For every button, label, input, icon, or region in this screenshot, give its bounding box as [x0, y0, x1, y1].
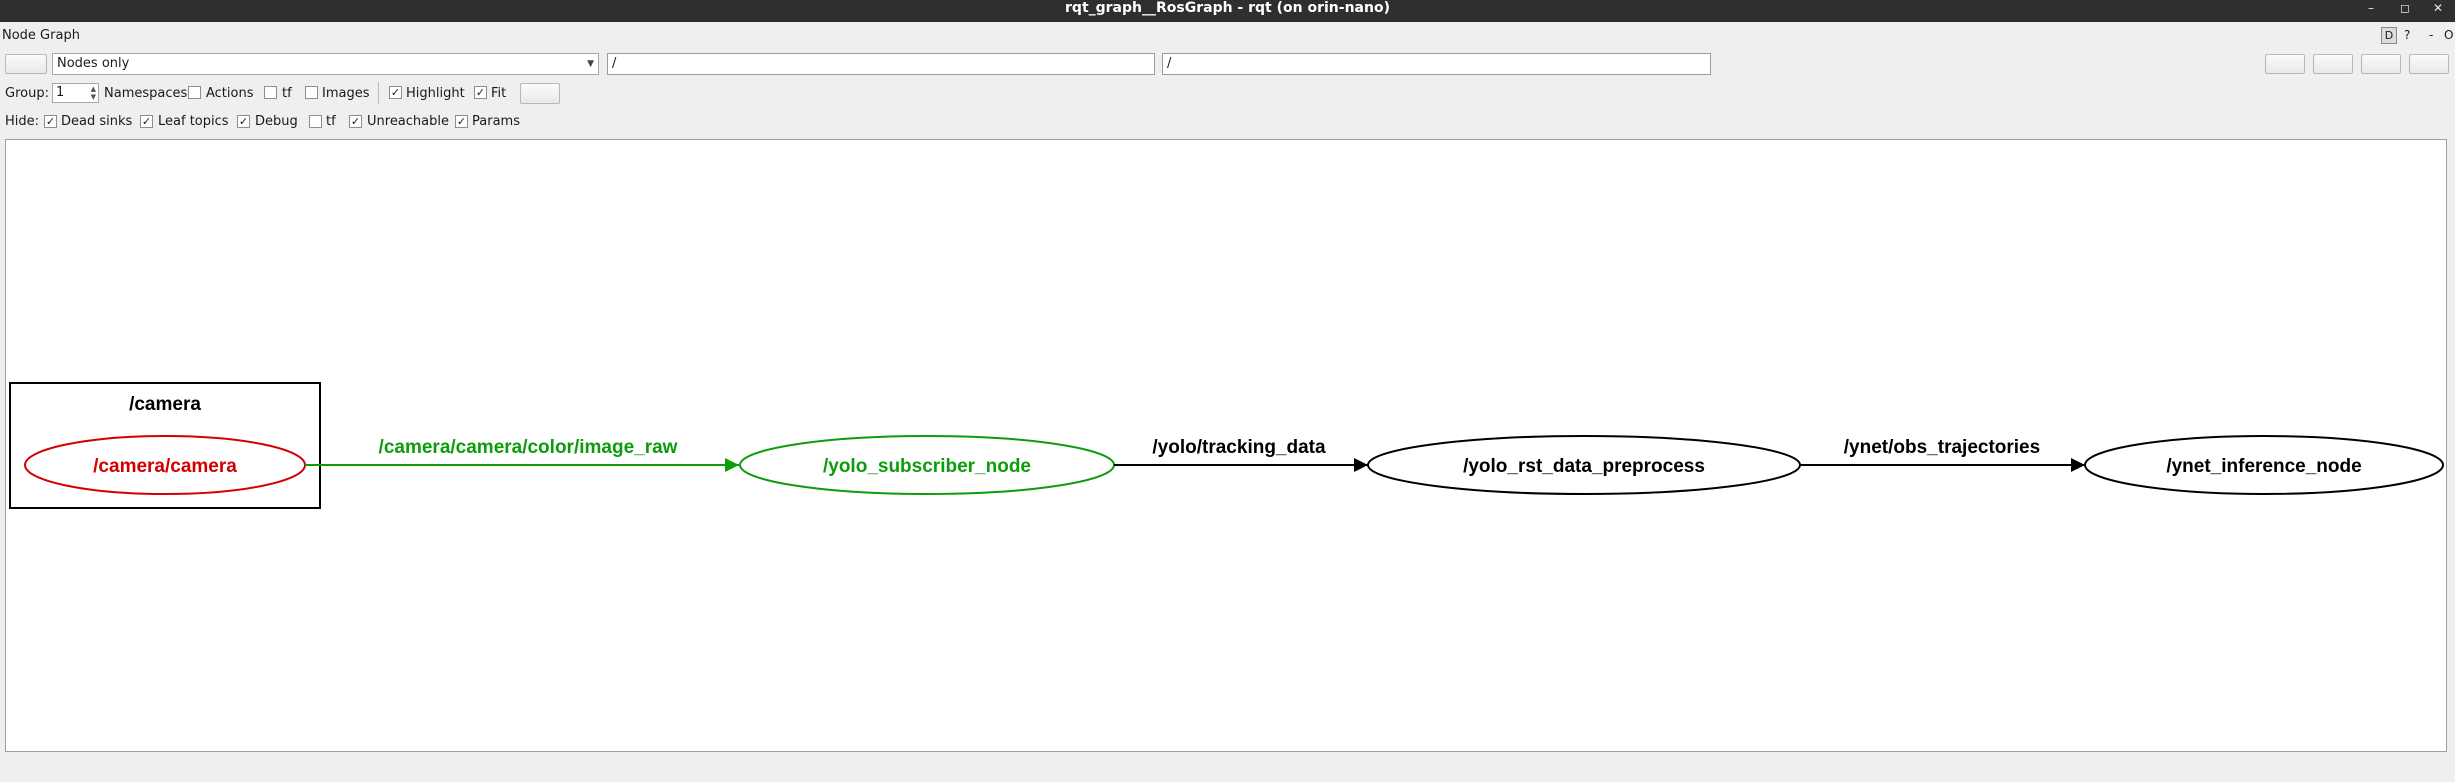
highlight-checkbox[interactable]: ✓ — [389, 86, 402, 99]
debug-checkbox[interactable]: ✓ — [237, 115, 250, 128]
edge-obs-trajectories-label: /ynet/obs_trajectories — [1844, 437, 2040, 458]
highlight-label: Highlight — [406, 86, 465, 101]
dead-sinks-label: Dead sinks — [61, 114, 133, 129]
group-spinbox[interactable]: 1 ▲ ▼ — [52, 83, 99, 103]
leaf-topics-checkbox[interactable]: ✓ — [140, 115, 153, 128]
ros-graph-svg: /camera /camera/camera /camera/camera/co… — [9, 382, 2444, 509]
debug-label: Debug — [255, 114, 298, 129]
toolbar-separator — [378, 82, 379, 104]
save-image-button[interactable] — [2409, 54, 2449, 74]
edge-tracking-data-label: /yolo/tracking_data — [1152, 437, 1326, 458]
node-yolo-preprocess-label: /yolo_rst_data_preprocess — [1463, 456, 1705, 477]
spin-down-icon[interactable]: ▼ — [91, 93, 96, 101]
maximize-icon[interactable]: ◻ — [2396, 1, 2414, 15]
window-titlebar: rqt_graph__RosGraph - rqt (on orin-nano)… — [0, 0, 2455, 22]
hide-tf-checkbox[interactable] — [309, 115, 322, 128]
actions-checkbox[interactable] — [188, 86, 201, 99]
tf-checkbox[interactable] — [264, 86, 277, 99]
graph-mode-value: Nodes only — [57, 56, 130, 71]
unreachable-label: Unreachable — [367, 114, 449, 129]
unreachable-checkbox[interactable]: ✓ — [349, 115, 362, 128]
group-label: Group: — [5, 86, 49, 101]
leaf-topics-label: Leaf topics — [158, 114, 229, 129]
cluster-label: /camera — [129, 394, 201, 415]
namespaces-label: Namespaces — [104, 86, 188, 101]
params-checkbox[interactable]: ✓ — [455, 115, 468, 128]
fit-in-view-button[interactable] — [520, 83, 560, 104]
node-yolo-subscriber-label: /yolo_subscriber_node — [823, 456, 1031, 477]
save-dot-button[interactable] — [2313, 54, 2353, 74]
group-value: 1 — [56, 85, 65, 100]
spin-up-icon[interactable]: ▲ — [91, 85, 96, 93]
params-label: Params — [472, 114, 520, 129]
plugin-title: Node Graph — [2, 28, 80, 43]
load-dot-button[interactable] — [2265, 54, 2305, 74]
hide-label: Hide: — [5, 114, 40, 129]
node-camera-camera-label: /camera/camera — [93, 456, 237, 477]
window-title: rqt_graph__RosGraph - rqt (on orin-nano) — [1065, 0, 1390, 16]
graph-canvas[interactable]: /camera /camera/camera /camera/camera/co… — [5, 139, 2447, 752]
chevron-down-icon: ▼ — [587, 59, 594, 69]
node-filter-input[interactable]: / — [607, 53, 1155, 75]
tf-label: tf — [282, 86, 292, 101]
graph-mode-select[interactable]: Nodes only ▼ — [52, 53, 599, 75]
hide-tf-label: tf — [326, 114, 336, 129]
close-plugin-button[interactable]: O — [2444, 28, 2453, 42]
fit-checkbox[interactable]: ✓ — [474, 86, 487, 99]
images-checkbox[interactable] — [305, 86, 318, 99]
dead-sinks-checkbox[interactable]: ✓ — [44, 115, 57, 128]
actions-label: Actions — [206, 86, 254, 101]
save-svg-button[interactable] — [2361, 54, 2401, 74]
images-label: Images — [322, 86, 370, 101]
refresh-button[interactable] — [5, 54, 47, 74]
minimize-icon[interactable]: – — [2362, 1, 2380, 15]
topic-filter-input[interactable]: / — [1162, 53, 1711, 75]
fit-label: Fit — [491, 86, 507, 101]
node-ynet-inference-label: /ynet_inference_node — [2166, 456, 2361, 477]
help-button[interactable]: ? — [2404, 28, 2410, 42]
close-window-icon[interactable]: ✕ — [2429, 1, 2447, 15]
dock-d-button[interactable]: D — [2381, 27, 2397, 44]
minimize-plugin-button[interactable]: - — [2429, 28, 2433, 42]
edge-image-raw-label: /camera/camera/color/image_raw — [379, 437, 678, 458]
